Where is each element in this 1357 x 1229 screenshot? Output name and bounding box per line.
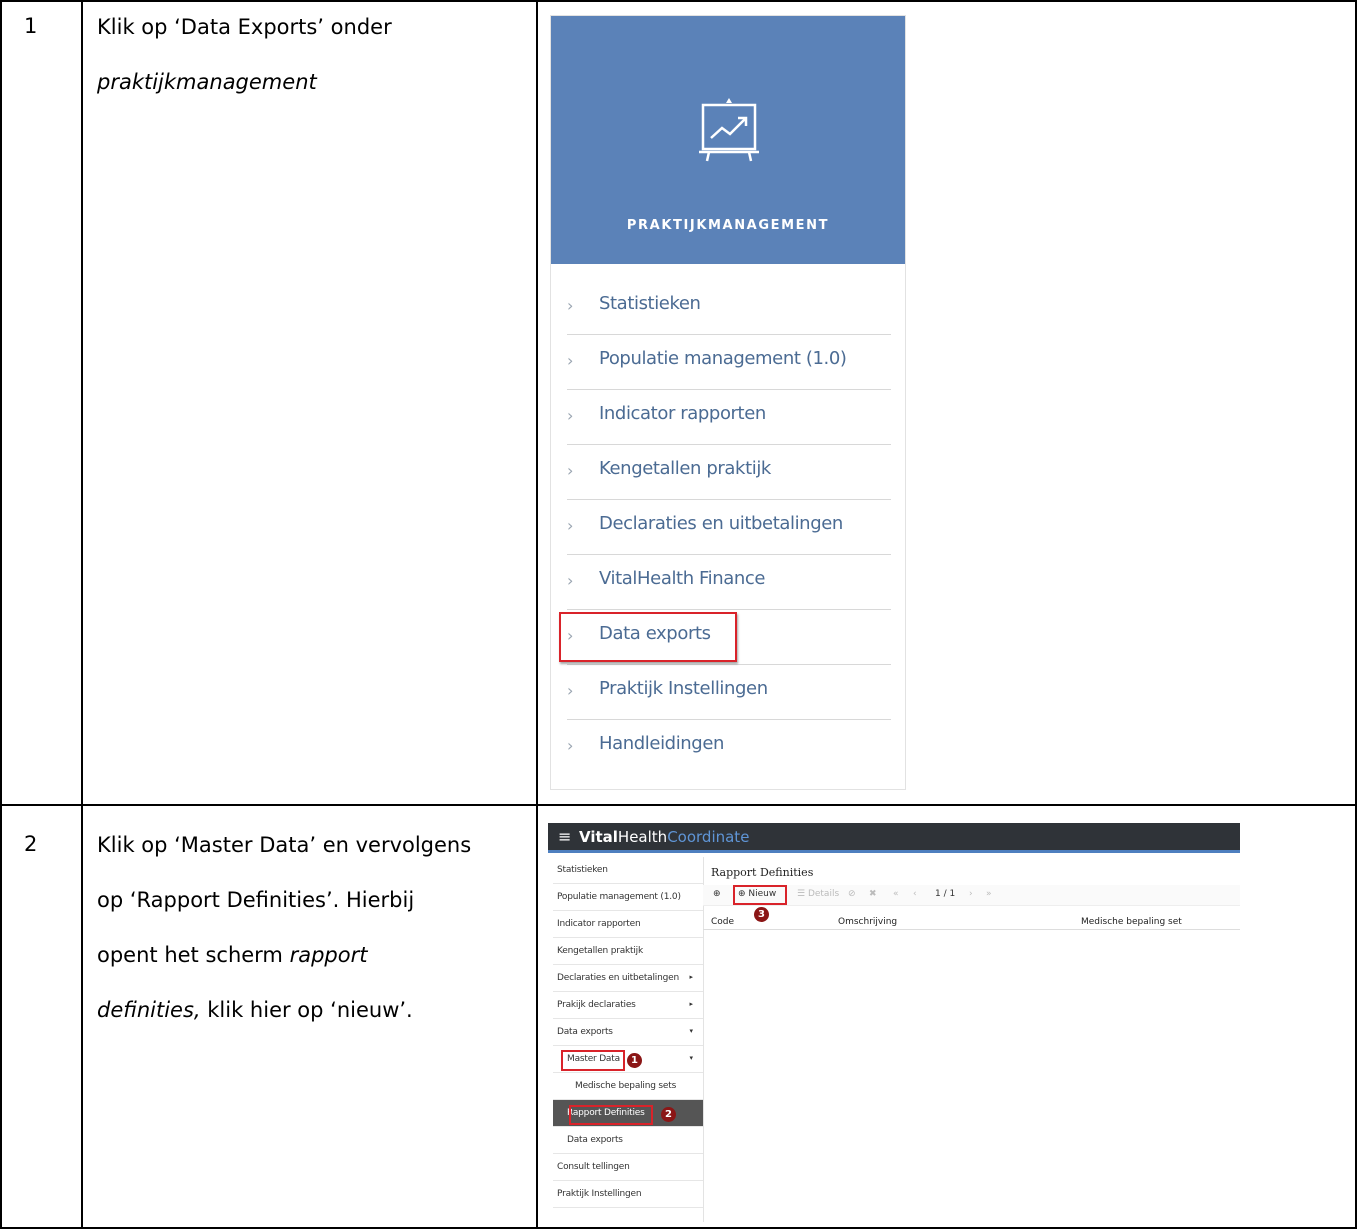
sidebar-item[interactable]: Praktijk Instellingen [553,1181,703,1208]
last-page-icon[interactable]: » [986,889,992,899]
instruction-text: rapport [289,943,368,967]
menu-item[interactable]: › Populatie management (1.0) [567,336,891,390]
highlight-box [733,885,787,905]
table-border-left [0,0,2,1229]
sidebar-item[interactable]: Populatie management (1.0) [553,884,703,911]
sidebar-item[interactable]: Statistieken [553,857,703,884]
sidebar-item[interactable]: Medische bepaling sets [553,1073,703,1100]
menu-item-label: VitalHealth Finance [599,568,766,589]
chevron-right-icon: › [567,461,574,480]
caret-right-icon: ▸ [689,973,693,981]
table-border-col2 [536,0,538,1229]
sidebar-item[interactable]: Indicator rapporten [553,911,703,938]
hamburger-menu-icon[interactable]: ≡ [558,827,571,846]
first-page-icon[interactable]: « [893,889,899,899]
table-border-col1 [81,0,83,1229]
sidebar-item[interactable]: Declaraties en uitbetalingen ▸ [553,965,703,992]
chevron-right-icon: › [567,736,574,755]
chevron-right-icon: › [567,296,574,315]
menu-item[interactable]: › Declaraties en uitbetalingen [567,501,891,555]
step-instructions: Klik op ‘Master Data’ en vervolgens op ‘R… [97,818,471,1038]
menu-item[interactable]: › Praktijk Instellingen [567,666,891,720]
instruction-text: praktijkmanagement [97,70,317,94]
vitalhealth-app-screenshot: ≡ VitalHealthCoordinate Statistieken Pop… [548,823,1240,1225]
instruction-line: opent het scherm rapport [97,928,471,983]
instruction-line: Klik op ‘Master Data’ en vervolgens [97,818,471,873]
instruction-text: Klik op ‘Data Exports’ onder [97,15,392,39]
caret-down-icon: ▾ [689,1027,693,1035]
menu-item[interactable]: › Handleidingen [567,721,891,775]
column-header[interactable]: Medische bepaling set [1081,917,1182,927]
instruction-text: op ‘Rapport Definities’. Hierbij [97,888,415,912]
page-indicator: 1 / 1 [935,889,956,899]
app-header: ≡ VitalHealthCoordinate [548,823,1240,853]
menu-item-label: Kengetallen praktijk [599,458,771,479]
menu-item[interactable]: › Statistieken [567,281,891,335]
sidebar-item[interactable]: Data exports [553,1127,703,1154]
tile-title: PRAKTIJKMANAGEMENT [626,218,830,233]
app-sidebar: Statistieken Populatie management (1.0) … [553,857,704,1222]
chevron-right-icon: › [567,516,574,535]
presentation-chart-icon [699,98,759,162]
chevron-right-icon: › [567,351,574,370]
column-header[interactable]: Code [711,917,734,927]
app-logo: VitalHealthCoordinate [579,828,750,846]
instruction-line: op ‘Rapport Definities’. Hierbij [97,873,471,928]
praktijkmanagement-tile: PRAKTIJKMANAGEMENT › Statistieken › Popula… [550,15,906,790]
instruction-line: praktijkmanagement [97,55,392,110]
column-header[interactable]: Omschrijving [838,917,897,927]
step-number: 2 [24,832,38,856]
step-number: 1 [24,14,38,38]
highlight-box [569,1105,653,1125]
delete-icon[interactable]: ✖ [869,889,877,899]
instruction-text: definities, [97,998,201,1022]
previous-page-icon[interactable]: ‹ [913,889,917,899]
table-border-row [0,804,1357,806]
instruction-line: definities, klik hier op ‘nieuw’. [97,983,471,1038]
step-badge: 1 [627,1053,642,1068]
caret-down-icon: ▾ [689,1054,693,1062]
cancel-icon[interactable]: ⊘ [848,889,856,899]
menu-item-label: Handleidingen [599,733,725,754]
add-circle-icon[interactable]: ⊕ [713,889,721,899]
tile-header[interactable]: PRAKTIJKMANAGEMENT [551,16,905,264]
instruction-text: opent het scherm [97,943,290,967]
caret-right-icon: ▸ [689,1000,693,1008]
menu-item-label: Populatie management (1.0) [599,348,847,369]
chevron-right-icon: › [567,406,574,425]
next-page-icon[interactable]: › [969,889,973,899]
instruction-text: klik hier op ‘nieuw’. [200,998,413,1022]
table-header-divider [703,929,1240,930]
menu-item-label: Praktijk Instellingen [599,678,768,699]
menu-item[interactable]: › Kengetallen praktijk [567,446,891,500]
page-title: Rapport Definities [711,866,814,879]
highlight-box [561,1050,625,1071]
highlight-box [559,612,737,662]
menu-item-label: Indicator rapporten [599,403,766,424]
details-button[interactable]: ☰ Details [797,889,839,899]
step-badge: 3 [754,907,769,922]
chevron-right-icon: › [567,681,574,700]
instruction-line: Klik op ‘Data Exports’ onder [97,0,392,55]
menu-item[interactable]: › Indicator rapporten [567,391,891,445]
chevron-right-icon: › [567,571,574,590]
sidebar-item[interactable]: Data exports ▾ [553,1019,703,1046]
sidebar-item[interactable]: Kengetallen praktijk [553,938,703,965]
menu-item-label: Declaraties en uitbetalingen [599,513,843,534]
menu-item-label: Statistieken [599,293,701,314]
step-badge: 2 [661,1107,676,1122]
instruction-text: Klik op ‘Master Data’ en vervolgens [97,833,472,857]
menu-item[interactable]: › VitalHealth Finance [567,556,891,610]
step-instructions: Klik op ‘Data Exports’ onder praktijkmana… [97,0,392,110]
sidebar-item[interactable]: Prakijk declaraties ▸ [553,992,703,1019]
sidebar-item[interactable]: Consult tellingen [553,1154,703,1181]
